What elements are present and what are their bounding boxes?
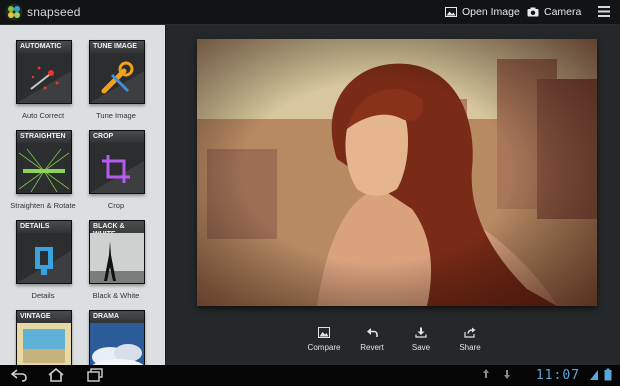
- crop-icon: [90, 143, 144, 193]
- tool-tile[interactable]: CROP: [89, 130, 145, 194]
- vintage-photo-icon: [17, 323, 71, 365]
- action-toolbar: Compare Revert Save Share: [166, 325, 620, 365]
- editor-area: Compare Revert Save Share: [166, 25, 620, 365]
- camera-icon: [527, 7, 539, 17]
- tile-title: DETAILS: [17, 221, 71, 233]
- clouds-photo-icon: [90, 323, 144, 365]
- open-image-button[interactable]: Open Image: [445, 4, 520, 20]
- share-label: Share: [459, 343, 481, 352]
- details-icon: [17, 233, 71, 283]
- menu-icon[interactable]: [598, 5, 610, 18]
- camera-button[interactable]: Camera: [527, 4, 581, 20]
- tile-title: STRAIGHTEN: [17, 131, 71, 143]
- tool-tile[interactable]: BLACK & WHITE: [89, 220, 145, 284]
- tile-title: AUTOMATIC: [17, 41, 71, 53]
- tool-label: Crop: [107, 201, 125, 210]
- tile-title: VINTAGE: [17, 311, 71, 323]
- download-status-icon: [504, 370, 510, 379]
- tool-tile[interactable]: AUTOMATIC: [16, 40, 72, 104]
- tile-title: CROP: [90, 131, 144, 143]
- recent-apps-icon[interactable]: [87, 368, 103, 382]
- tool-label: Straighten & Rotate: [10, 201, 76, 210]
- tile-title: DRAMA: [90, 311, 144, 323]
- system-navigation-bar: 11:07: [0, 365, 620, 386]
- action-bar: snapseed Open Image Camera: [0, 0, 620, 25]
- share-button[interactable]: Share: [445, 327, 495, 352]
- wifi-icon: [590, 370, 598, 380]
- wrench-icon: [90, 53, 144, 103]
- download-icon: [415, 327, 427, 338]
- portrait-image: [197, 39, 597, 306]
- revert-icon: [367, 328, 378, 337]
- tool-label: Auto Correct: [21, 111, 65, 120]
- compare-label: Compare: [307, 343, 341, 352]
- tool-label: Tune Image: [96, 111, 136, 120]
- upload-status-icon: [483, 369, 489, 378]
- battery-icon: [604, 368, 612, 381]
- revert-button[interactable]: Revert: [347, 327, 397, 352]
- tool-label: Black & White: [92, 291, 140, 300]
- share-icon: [464, 327, 476, 338]
- revert-label: Revert: [360, 343, 384, 352]
- tile-title: TUNE IMAGE: [90, 41, 144, 53]
- save-label: Save: [411, 343, 431, 352]
- snapseed-logo-icon: [5, 3, 23, 21]
- back-icon[interactable]: [10, 368, 28, 382]
- tool-label: Details: [31, 291, 55, 300]
- tools-panel[interactable]: AUTOMATIC Auto Correct TUNE IMAGE Tune I…: [0, 25, 165, 365]
- tool-tile[interactable]: STRAIGHTEN: [16, 130, 72, 194]
- image-icon: [445, 7, 457, 17]
- open-image-label: Open Image: [462, 6, 520, 18]
- camera-label: Camera: [544, 6, 582, 18]
- save-button[interactable]: Save: [396, 327, 446, 352]
- straighten-icon: [17, 143, 71, 193]
- tool-tile[interactable]: DRAMA: [89, 310, 145, 365]
- magic-wand-icon: [17, 53, 71, 103]
- tool-tile[interactable]: TUNE IMAGE: [89, 40, 145, 104]
- app-name: snapseed: [27, 5, 81, 19]
- edited-photo[interactable]: [197, 39, 597, 306]
- home-icon[interactable]: [48, 368, 64, 382]
- compare-button[interactable]: Compare: [299, 327, 349, 352]
- eiffel-tower-icon: [90, 233, 144, 283]
- tool-tile[interactable]: VINTAGE: [16, 310, 72, 365]
- tool-tile[interactable]: DETAILS: [16, 220, 72, 284]
- clock: 11:07: [535, 368, 580, 383]
- compare-icon: [318, 327, 330, 338]
